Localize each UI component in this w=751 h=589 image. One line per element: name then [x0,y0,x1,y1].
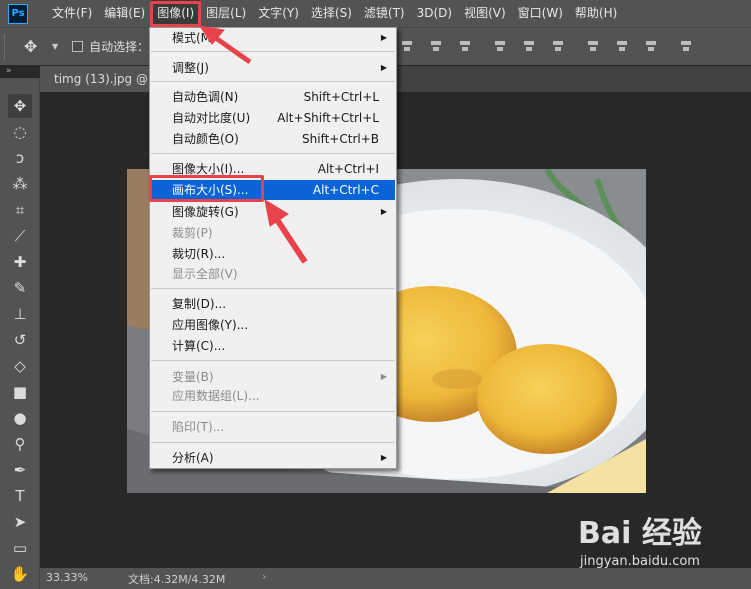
watermark-brand: Bai 经验 [578,516,702,551]
annotation-arrowhead-2 [264,198,289,227]
baidu-jingyan-watermark: Bai 经验 jingyan.baidu.com [570,508,750,578]
watermark-url: jingyan.baidu.com [580,554,700,569]
annotation-arrows [198,25,308,264]
